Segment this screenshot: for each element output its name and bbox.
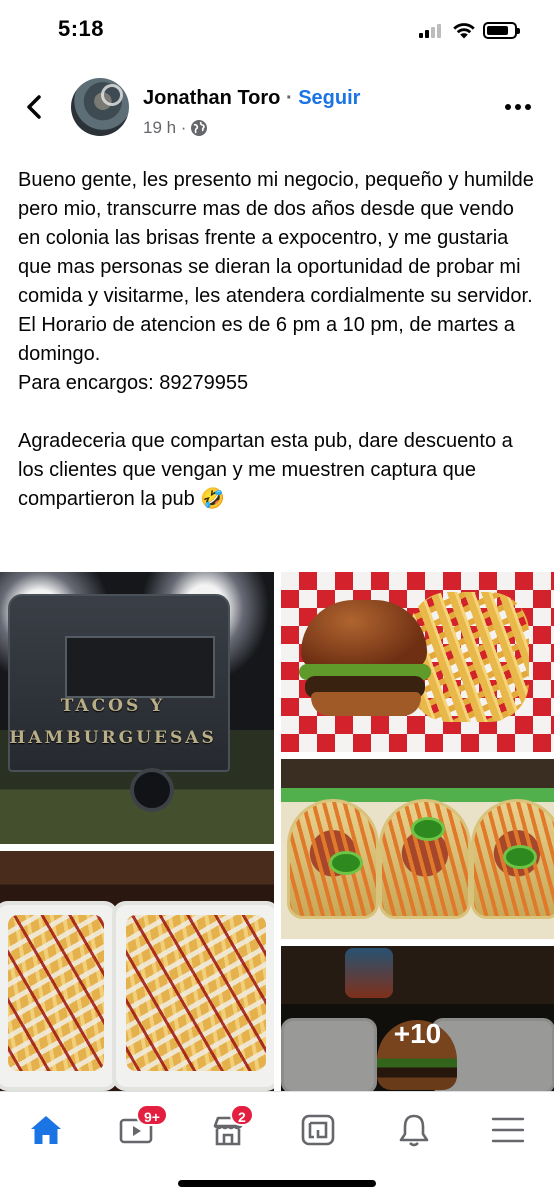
post-timestamp: 19 h · <box>143 118 187 137</box>
tab-notifications[interactable] <box>384 1106 444 1156</box>
follow-button[interactable]: Seguir <box>298 87 360 109</box>
tab-watch[interactable]: 9+ <box>106 1104 168 1156</box>
post-meta: 19 h · <box>143 118 208 138</box>
truck-sign-bottom: HAMBURGUESAS <box>9 728 217 748</box>
post-header: Jonathan Toro · Seguir 19 h · <box>0 70 554 142</box>
photo-tacos[interactable] <box>281 759 554 939</box>
battery-icon <box>483 22 520 39</box>
tab-gaming[interactable] <box>288 1106 348 1156</box>
author-line: Jonathan Toro · Seguir <box>143 87 360 110</box>
food-tray <box>112 901 274 1091</box>
avatar[interactable] <box>71 78 129 136</box>
post-text: Bueno gente, les presento mi negocio, pe… <box>18 166 538 514</box>
post-paragraph: Agradeceria que compartan esta pub, dare… <box>18 430 513 510</box>
burger-bun <box>301 600 427 670</box>
back-arrow-icon[interactable] <box>20 92 50 122</box>
home-indicator <box>178 1180 376 1187</box>
more-photos-count: +10 <box>393 1018 442 1049</box>
watch-badge: 9+ <box>136 1104 168 1126</box>
tab-menu[interactable] <box>478 1106 538 1156</box>
fries <box>409 592 529 722</box>
home-icon <box>31 1116 61 1144</box>
marketplace-badge: 2 <box>230 1104 254 1126</box>
truck-wheel <box>130 768 174 812</box>
photo-burger-fries[interactable] <box>281 572 554 752</box>
photo-loaded-fries[interactable] <box>0 851 274 1091</box>
status-bar: 5:18 <box>0 0 554 60</box>
bell-icon <box>399 1114 429 1147</box>
photo-more[interactable]: +10 <box>281 946 554 1091</box>
separator-dot: · <box>285 87 293 109</box>
more-options-icon[interactable] <box>505 104 531 112</box>
food-tray <box>0 901 118 1091</box>
jalapeno <box>411 817 445 841</box>
tab-marketplace[interactable]: 2 <box>198 1104 258 1156</box>
gaming-icon <box>301 1114 335 1146</box>
truck-sign-top: TACOS Y <box>60 696 166 716</box>
cellular-signal-icon <box>419 24 445 38</box>
tab-home[interactable] <box>16 1106 76 1156</box>
jalapeno <box>329 851 363 875</box>
jalapeno <box>503 845 537 869</box>
globe-icon <box>191 120 208 136</box>
post-paragraph: Bueno gente, les presento mi negocio, pe… <box>18 169 534 394</box>
menu-icon <box>491 1117 525 1143</box>
wifi-icon <box>453 23 475 39</box>
photo-food-truck[interactable]: TACOS Y HAMBURGUESAS <box>0 572 274 844</box>
author-name[interactable]: Jonathan Toro <box>143 87 280 109</box>
status-time: 5:18 <box>58 16 105 41</box>
